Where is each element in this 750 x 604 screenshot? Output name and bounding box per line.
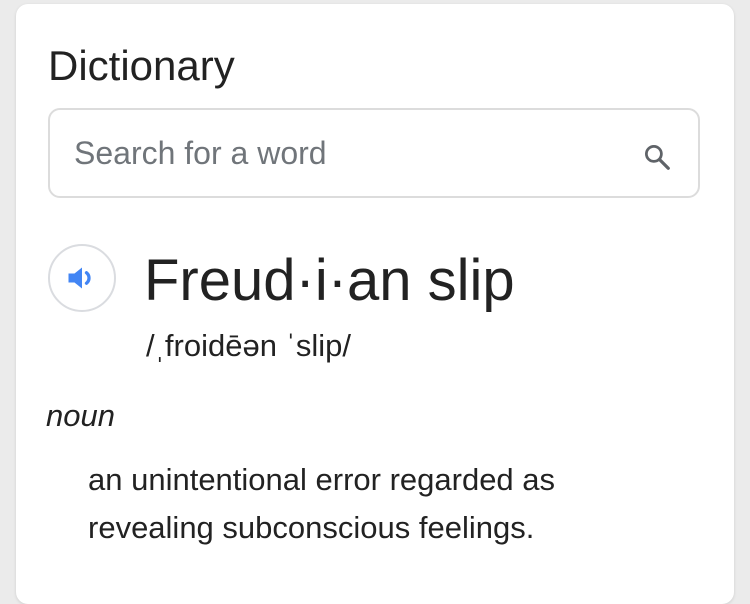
pronunciation: /ˌfroidēən ˈslip/	[146, 328, 352, 363]
dictionary-card: Dictionary Freud·i·an slip /ˌfroidēən ˈs…	[16, 4, 734, 604]
pronounce-button[interactable]	[48, 244, 116, 312]
search-icon[interactable]	[642, 142, 672, 172]
headword: Freud·i·an slip	[144, 248, 515, 313]
part-of-speech: noun	[46, 398, 115, 433]
dictionary-title: Dictionary	[48, 42, 235, 89]
definition: an unintentional error regarded as revea…	[88, 462, 556, 545]
search-box[interactable]	[48, 108, 700, 198]
search-input[interactable]	[74, 128, 614, 178]
